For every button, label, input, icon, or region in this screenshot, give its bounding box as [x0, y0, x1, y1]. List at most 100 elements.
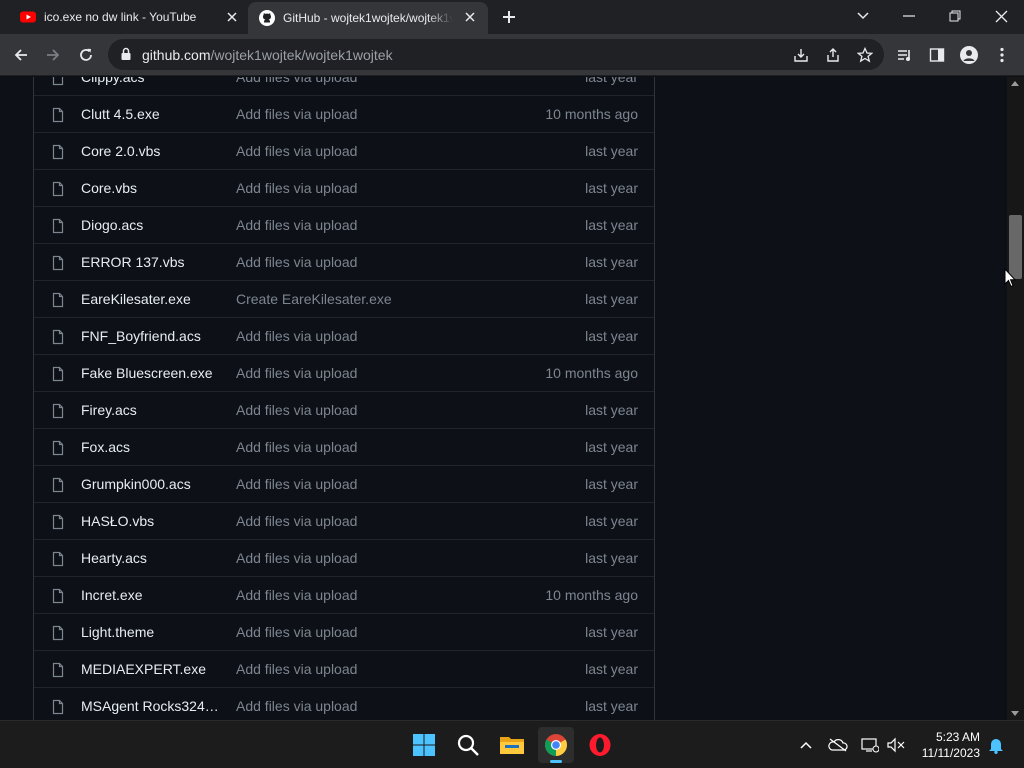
commit-message-link[interactable]: Add files via upload: [236, 402, 357, 418]
back-button[interactable]: [8, 42, 34, 68]
close-tab-icon[interactable]: [462, 9, 478, 25]
tab-search-button[interactable]: [840, 0, 886, 32]
chevron-down-icon: [857, 12, 869, 20]
github-icon: [259, 10, 275, 26]
file-name-link[interactable]: HASŁO.vbs: [81, 513, 221, 529]
url-text[interactable]: github.com/wojtek1wojtek/wojtek1wojtek: [142, 47, 393, 63]
table-row: Diogo.acs Add files via upload last year: [34, 206, 654, 243]
close-icon: [995, 10, 1007, 22]
taskbar-clock[interactable]: 5:23 AM 11/11/2023: [912, 729, 980, 761]
commit-message-link[interactable]: Add files via upload: [236, 698, 357, 714]
file-explorer-button[interactable]: [494, 727, 530, 763]
file-name-link[interactable]: Diogo.acs: [81, 217, 221, 233]
tab-github[interactable]: GitHub - wojtek1wojtek/wojtek1wojtek: [248, 2, 488, 34]
notifications-button[interactable]: [986, 735, 1006, 755]
restore-icon: [949, 10, 961, 22]
table-row: FNF_Boyfriend.acs Add files via upload las…: [34, 317, 654, 354]
address-bar[interactable]: github.com/wojtek1wojtek/wojtek1wojtek: [108, 39, 884, 70]
commit-message-link[interactable]: Add files via upload: [236, 661, 357, 677]
file-name-link[interactable]: Clippy.acs: [81, 77, 221, 85]
lock-icon[interactable]: [118, 46, 134, 62]
file-name-link[interactable]: MSAgent Rocks324 (...: [81, 698, 221, 714]
file-name-link[interactable]: Firey.acs: [81, 402, 221, 418]
file-icon: [50, 440, 66, 456]
reload-button[interactable]: [73, 42, 99, 68]
share-icon[interactable]: [824, 46, 842, 64]
install-app-icon[interactable]: [792, 46, 810, 64]
commit-message-link[interactable]: Add files via upload: [236, 180, 357, 196]
file-name-link[interactable]: EareKilesater.exe: [81, 291, 221, 307]
bookmark-star-icon[interactable]: [856, 46, 874, 64]
commit-message-link[interactable]: Add files via upload: [236, 513, 357, 529]
commit-age: last year: [585, 661, 638, 677]
profile-button[interactable]: [956, 42, 982, 68]
file-icon: [50, 181, 66, 197]
file-name-link[interactable]: Incret.exe: [81, 587, 221, 603]
commit-message-link[interactable]: Add files via upload: [236, 328, 357, 344]
minimize-button[interactable]: [886, 0, 932, 32]
commit-message-link[interactable]: Add files via upload: [236, 550, 357, 566]
reading-list-button[interactable]: [892, 42, 918, 68]
scroll-down-arrow[interactable]: [1011, 711, 1019, 716]
forward-button[interactable]: [40, 42, 66, 68]
file-icon: [50, 329, 66, 345]
file-explorer-icon: [500, 737, 524, 754]
commit-message-link[interactable]: Add files via upload: [236, 143, 357, 159]
table-row: Core 2.0.vbs Add files via upload last yea…: [34, 132, 654, 169]
plus-icon: [503, 11, 515, 23]
file-name-link[interactable]: ERROR 137.vbs: [81, 254, 221, 270]
file-name-link[interactable]: Grumpkin000.acs: [81, 476, 221, 492]
table-row: MSAgent Rocks324 (... Add files via uploa…: [34, 687, 654, 720]
file-name-link[interactable]: MEDIAEXPERT.exe: [81, 661, 221, 677]
arrow-left-icon: [14, 49, 27, 61]
tray-overflow-button[interactable]: [796, 735, 816, 755]
commit-message-link[interactable]: Add files via upload: [236, 254, 357, 270]
close-window-button[interactable]: [978, 0, 1024, 32]
commit-message-link[interactable]: Add files via upload: [236, 365, 357, 381]
commit-age: last year: [585, 180, 638, 196]
taskbar-search-button[interactable]: [450, 727, 486, 763]
page-scrollbar[interactable]: [1007, 77, 1024, 720]
commit-age: last year: [585, 217, 638, 233]
side-panel-button[interactable]: [924, 42, 950, 68]
youtube-icon: [20, 11, 36, 23]
browser-toolbar: github.com/wojtek1wojtek/wojtek1wojtek: [0, 34, 1024, 76]
url-path: /wojtek1wojtek/wojtek1wojtek: [210, 47, 393, 63]
opera-taskbar-button[interactable]: [582, 727, 618, 763]
tab-youtube[interactable]: ico.exe no dw link - YouTube: [8, 0, 248, 34]
start-button[interactable]: [406, 727, 442, 763]
commit-age: last year: [585, 143, 638, 159]
network-tray-button[interactable]: [860, 735, 880, 755]
commit-message-link[interactable]: Add files via upload: [236, 77, 357, 85]
file-name-link[interactable]: Fox.acs: [81, 439, 221, 455]
restore-button[interactable]: [932, 0, 978, 32]
profile-icon: [960, 46, 978, 64]
commit-age: last year: [585, 328, 638, 344]
commit-message-link[interactable]: Create EareKilesater.exe: [236, 291, 392, 307]
commit-age: last year: [585, 550, 638, 566]
file-name-link[interactable]: FNF_Boyfriend.acs: [81, 328, 221, 344]
commit-message-link[interactable]: Add files via upload: [236, 476, 357, 492]
new-tab-button[interactable]: [498, 6, 520, 28]
file-name-link[interactable]: Fake Bluescreen.exe: [81, 365, 221, 381]
commit-message-link[interactable]: Add files via upload: [236, 587, 357, 603]
browser-menu-button[interactable]: [989, 42, 1015, 68]
file-name-link[interactable]: Light.theme: [81, 624, 221, 640]
chrome-taskbar-button[interactable]: [538, 727, 574, 763]
commit-message-link[interactable]: Add files via upload: [236, 439, 357, 455]
volume-tray-button[interactable]: [886, 735, 906, 755]
onedrive-tray-button[interactable]: [828, 735, 848, 755]
table-row: Firey.acs Add files via upload last year: [34, 391, 654, 428]
commit-message-link[interactable]: Add files via upload: [236, 624, 357, 640]
clock-time: 5:23 AM: [935, 730, 980, 744]
file-name-link[interactable]: Clutt 4.5.exe: [81, 106, 221, 122]
chrome-icon: [545, 734, 567, 756]
file-name-link[interactable]: Hearty.acs: [81, 550, 221, 566]
commit-message-link[interactable]: Add files via upload: [236, 106, 357, 122]
close-tab-icon[interactable]: [224, 9, 240, 25]
commit-message-link[interactable]: Add files via upload: [236, 217, 357, 233]
file-name-link[interactable]: Core 2.0.vbs: [81, 143, 221, 159]
opera-icon: [589, 734, 611, 756]
scroll-up-arrow[interactable]: [1011, 81, 1019, 86]
file-name-link[interactable]: Core.vbs: [81, 180, 221, 196]
